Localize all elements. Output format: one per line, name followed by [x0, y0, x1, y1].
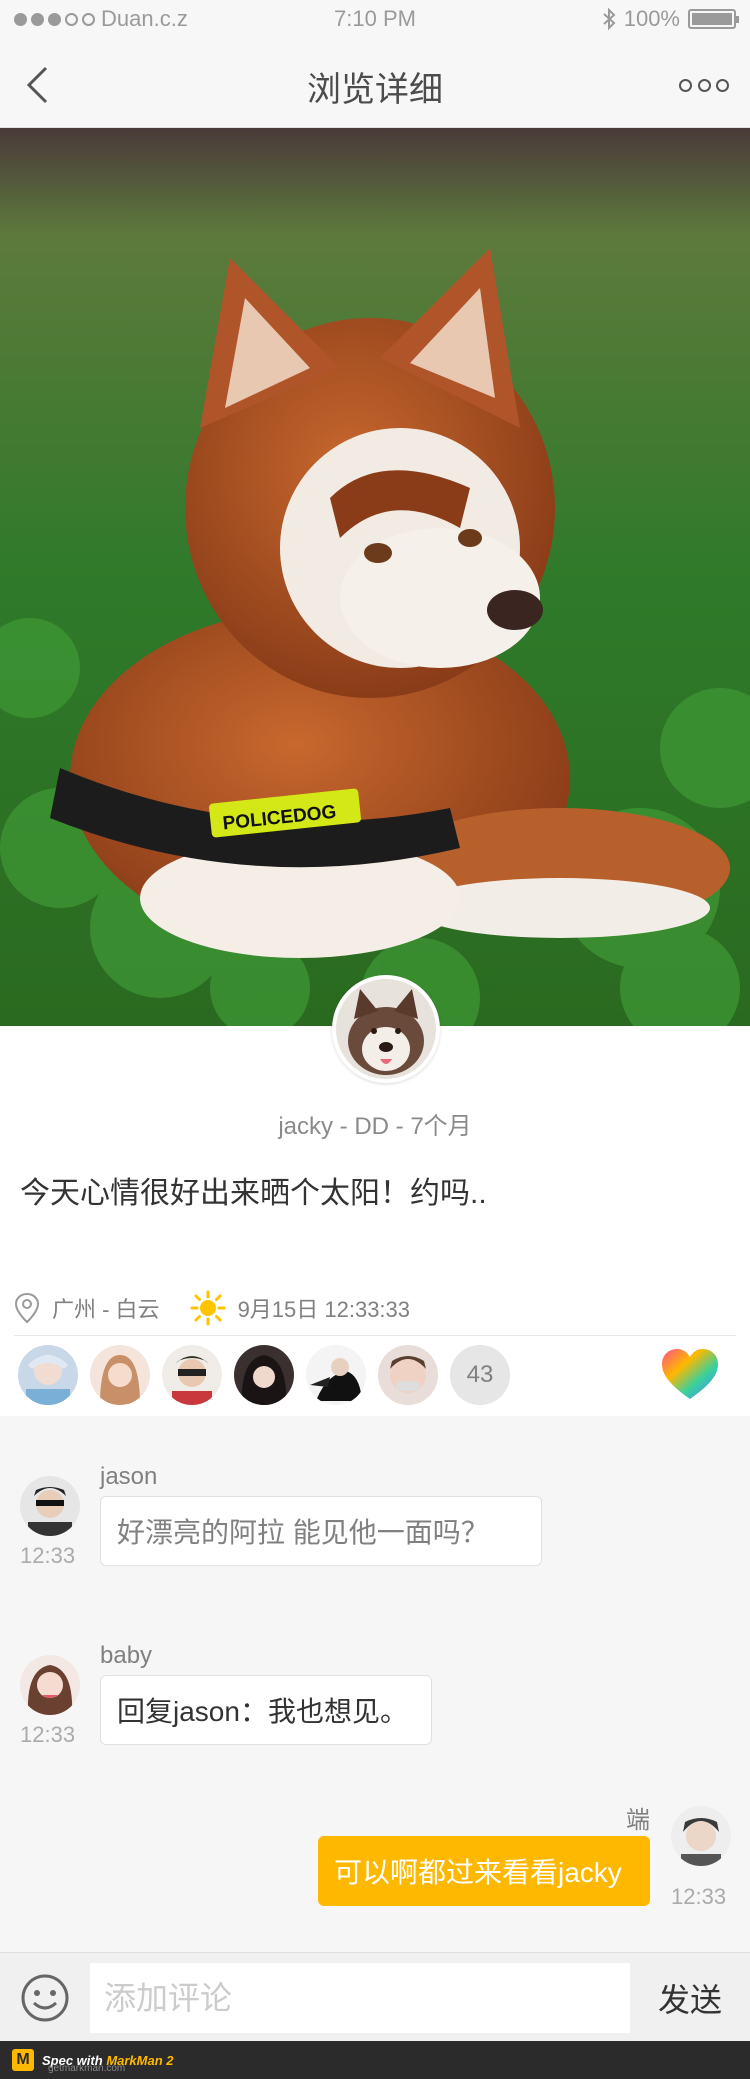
- liked-users-list: 43: [18, 1345, 510, 1405]
- comment-time: 12:33: [671, 1884, 727, 1909]
- divider: [14, 1335, 736, 1336]
- heart-icon: [662, 1349, 718, 1399]
- author-avatar-image: [336, 979, 436, 1079]
- my-comment-bubble[interactable]: 可以啊都过来看看jacky: [318, 1836, 650, 1906]
- more-button[interactable]: [679, 60, 729, 110]
- commenter-name[interactable]: baby: [100, 1642, 152, 1670]
- sun-icon: [190, 1290, 226, 1326]
- comment-time: 12:33: [20, 1543, 76, 1568]
- battery-icon: [688, 9, 739, 29]
- page-title: 浏览详细: [307, 71, 443, 109]
- like-count[interactable]: 43: [450, 1345, 510, 1405]
- post-meta: 广州 - 白云 9月15日 12:33:33: [14, 1290, 410, 1326]
- dog-photo-image: POLICEDOG: [0, 128, 750, 1026]
- post-detail-page: Duan.c.z 7:10 PM 100% 浏览详细 POLICEDOG jac…: [0, 0, 750, 2079]
- commenter-avatar[interactable]: [20, 1476, 80, 1536]
- battery-percent: 100%: [623, 6, 680, 31]
- emoji-button[interactable]: [20, 1973, 70, 2023]
- liker-avatar[interactable]: [18, 1345, 78, 1405]
- send-button[interactable]: 发送: [630, 1953, 750, 2042]
- comment-bubble[interactable]: 回复jason：我也想见。: [100, 1675, 432, 1745]
- smiley-icon: [21, 1974, 69, 2022]
- liker-avatar[interactable]: [378, 1345, 438, 1405]
- commenter-name[interactable]: jason: [100, 1463, 157, 1491]
- location-pin-icon: [14, 1292, 40, 1324]
- markman-logo: M: [12, 2049, 34, 2071]
- comment-input[interactable]: [90, 1963, 630, 2033]
- post-text: 今天心情很好出来晒个太阳！约吗..: [20, 1177, 487, 1210]
- footer-url: getmarkman.com: [48, 2063, 126, 2074]
- comment-input-bar: 发送: [0, 1952, 750, 2041]
- liker-avatar[interactable]: [234, 1345, 294, 1405]
- commenter-avatar[interactable]: [20, 1655, 80, 1715]
- liker-avatar[interactable]: [90, 1345, 150, 1405]
- commenter-name[interactable]: 端: [626, 1800, 650, 1835]
- comment-bubble[interactable]: 好漂亮的阿拉 能见他一面吗？: [100, 1496, 542, 1566]
- my-avatar[interactable]: [671, 1806, 731, 1866]
- like-heart-button[interactable]: [660, 1345, 720, 1405]
- more-dots-icon: [679, 78, 692, 92]
- author-avatar[interactable]: [332, 975, 440, 1083]
- status-bar: Duan.c.z 7:10 PM 100%: [0, 0, 750, 40]
- liker-avatar[interactable]: [162, 1345, 222, 1405]
- location-text[interactable]: 广州 - 白云: [52, 1292, 160, 1324]
- bluetooth-icon: [603, 8, 616, 30]
- status-right: 100%: [602, 6, 739, 32]
- author-line[interactable]: jacky - DD - 7个月: [0, 1106, 750, 1141]
- comment-time: 12:33: [20, 1722, 76, 1747]
- markman-footer: M Spec with MarkMan 2 getmarkman.com: [0, 2041, 750, 2079]
- liker-avatar[interactable]: [306, 1345, 366, 1405]
- post-datetime: 9月15日 12:33:33: [237, 1297, 411, 1322]
- nav-bar: 浏览详细: [0, 40, 750, 128]
- post-photo[interactable]: POLICEDOG: [0, 128, 750, 1026]
